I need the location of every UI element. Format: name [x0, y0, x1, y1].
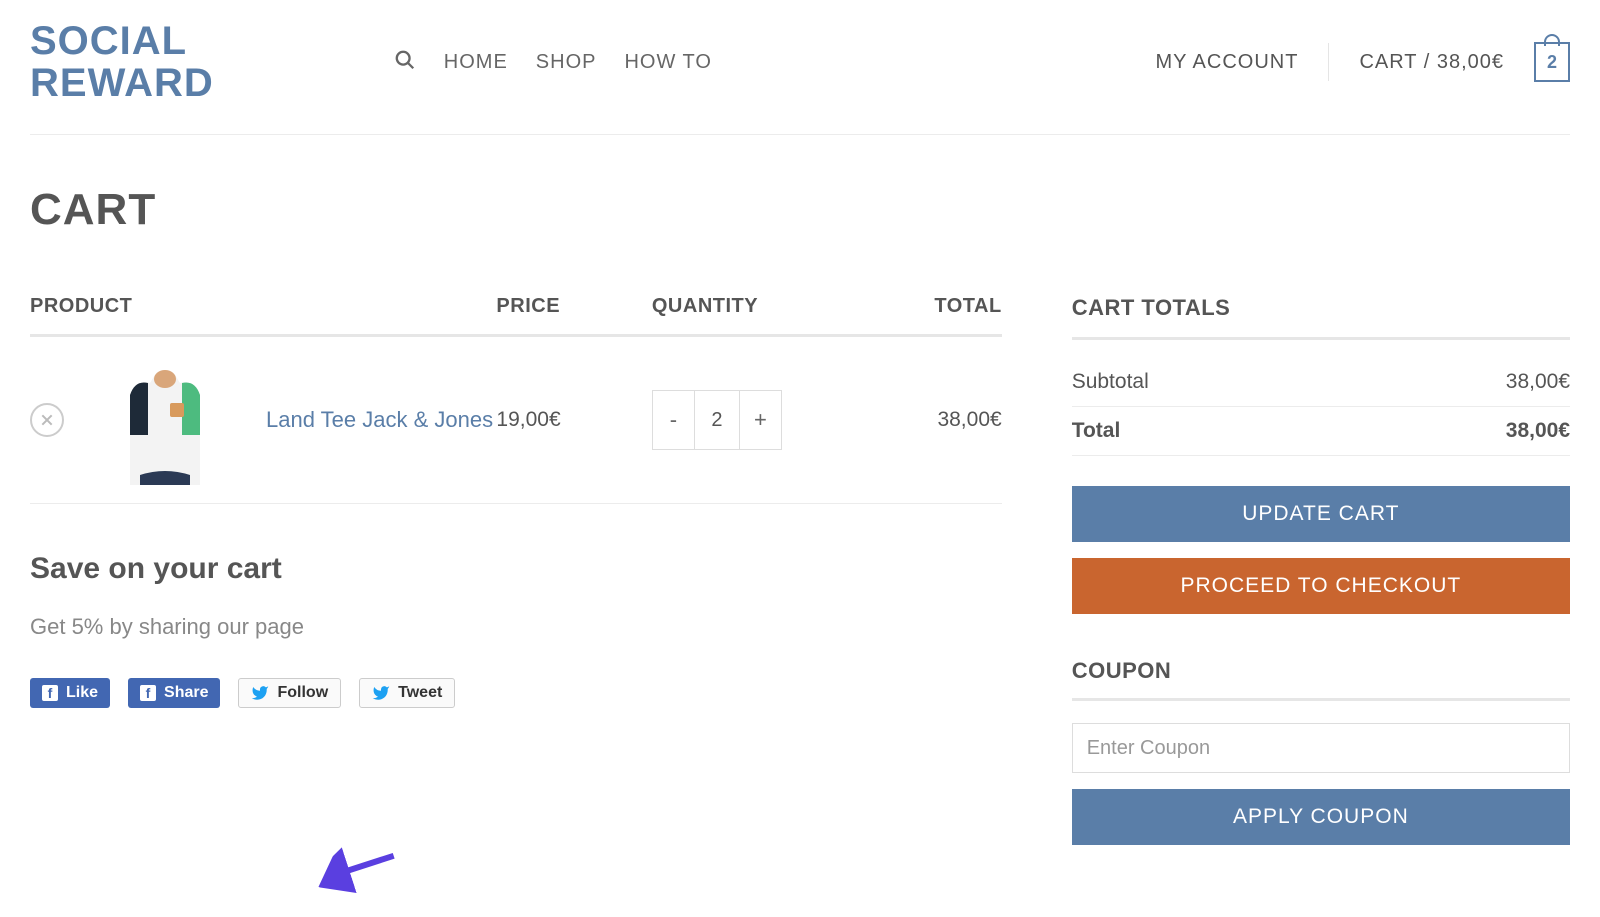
- qty-input[interactable]: [694, 391, 740, 449]
- facebook-icon: f: [42, 685, 58, 701]
- twitter-follow-button[interactable]: Follow: [238, 678, 341, 708]
- fb-share-label: Share: [164, 684, 208, 702]
- twitter-tweet-button[interactable]: Tweet: [359, 678, 455, 708]
- site-logo[interactable]: SOCIAL REWARD: [30, 20, 214, 104]
- th-total: TOTAL: [846, 295, 1001, 336]
- cart-table: PRODUCT PRICE QUANTITY TOTAL: [30, 295, 1002, 504]
- site-header: SOCIAL REWARD HOME SHOP HOW TO MY ACCOUN…: [30, 0, 1570, 135]
- save-heading: Save on your cart: [30, 552, 1002, 586]
- coupon-input[interactable]: [1072, 723, 1570, 773]
- header-right: MY ACCOUNT CART / 38,00€ 2: [1155, 42, 1570, 82]
- qty-decrement-button[interactable]: -: [653, 391, 694, 449]
- subtotal-row: Subtotal 38,00€: [1072, 358, 1570, 407]
- th-price: PRICE: [496, 295, 651, 336]
- cart-count: 2: [1547, 52, 1557, 73]
- nav-howto[interactable]: HOW TO: [624, 51, 711, 74]
- cart-row: Land Tee Jack & Jones 19,00€ - + 38,00€: [30, 336, 1002, 504]
- subtotal-label: Subtotal: [1072, 370, 1149, 394]
- product-name-link[interactable]: Land Tee Jack & Jones: [266, 407, 493, 433]
- update-cart-button[interactable]: UPDATE CART: [1072, 486, 1570, 542]
- cart-sidebar: CART TOTALS Subtotal 38,00€ Total 38,00€…: [1072, 295, 1570, 845]
- apply-coupon-button[interactable]: APPLY COUPON: [1072, 789, 1570, 845]
- main-nav: HOME SHOP HOW TO: [394, 49, 712, 76]
- divider: [1328, 43, 1329, 81]
- facebook-icon: f: [140, 685, 156, 701]
- tw-follow-label: Follow: [277, 684, 328, 702]
- cell-total: 38,00€: [846, 336, 1001, 504]
- nav-shop[interactable]: SHOP: [536, 51, 597, 74]
- fb-like-label: Like: [66, 684, 98, 702]
- facebook-share-button[interactable]: f Share: [128, 678, 220, 708]
- page-title: CART: [30, 185, 1570, 235]
- qty-increment-button[interactable]: +: [740, 391, 781, 449]
- nav-cart[interactable]: CART / 38,00€: [1359, 51, 1504, 74]
- remove-item-button[interactable]: [30, 403, 64, 437]
- search-icon[interactable]: [394, 49, 416, 76]
- logo-line1: SOCIAL: [30, 20, 214, 62]
- annotation-arrow-icon: [330, 835, 400, 910]
- cart-bag-icon[interactable]: 2: [1534, 42, 1570, 82]
- twitter-icon: [251, 684, 269, 702]
- twitter-icon: [372, 684, 390, 702]
- coupon-heading: COUPON: [1072, 658, 1570, 701]
- total-row: Total 38,00€: [1072, 407, 1570, 456]
- facebook-like-button[interactable]: f Like: [30, 678, 110, 708]
- total-label: Total: [1072, 419, 1121, 443]
- subtotal-value: 38,00€: [1506, 370, 1570, 394]
- social-buttons: f Like f Share Follow Tweet: [30, 678, 1002, 708]
- nav-account[interactable]: MY ACCOUNT: [1155, 51, 1298, 74]
- cell-price: 19,00€: [496, 336, 651, 504]
- th-product: PRODUCT: [30, 295, 496, 336]
- tw-tweet-label: Tweet: [398, 684, 442, 702]
- product-thumbnail[interactable]: [100, 355, 230, 485]
- logo-line2: REWARD: [30, 62, 214, 104]
- checkout-button[interactable]: PROCEED TO CHECKOUT: [1072, 558, 1570, 614]
- cart-totals-heading: CART TOTALS: [1072, 295, 1570, 340]
- quantity-stepper: - +: [652, 390, 782, 450]
- nav-home[interactable]: HOME: [444, 51, 508, 74]
- th-quantity: QUANTITY: [652, 295, 846, 336]
- save-subtitle: Get 5% by sharing our page: [30, 614, 1002, 640]
- total-value: 38,00€: [1506, 419, 1570, 443]
